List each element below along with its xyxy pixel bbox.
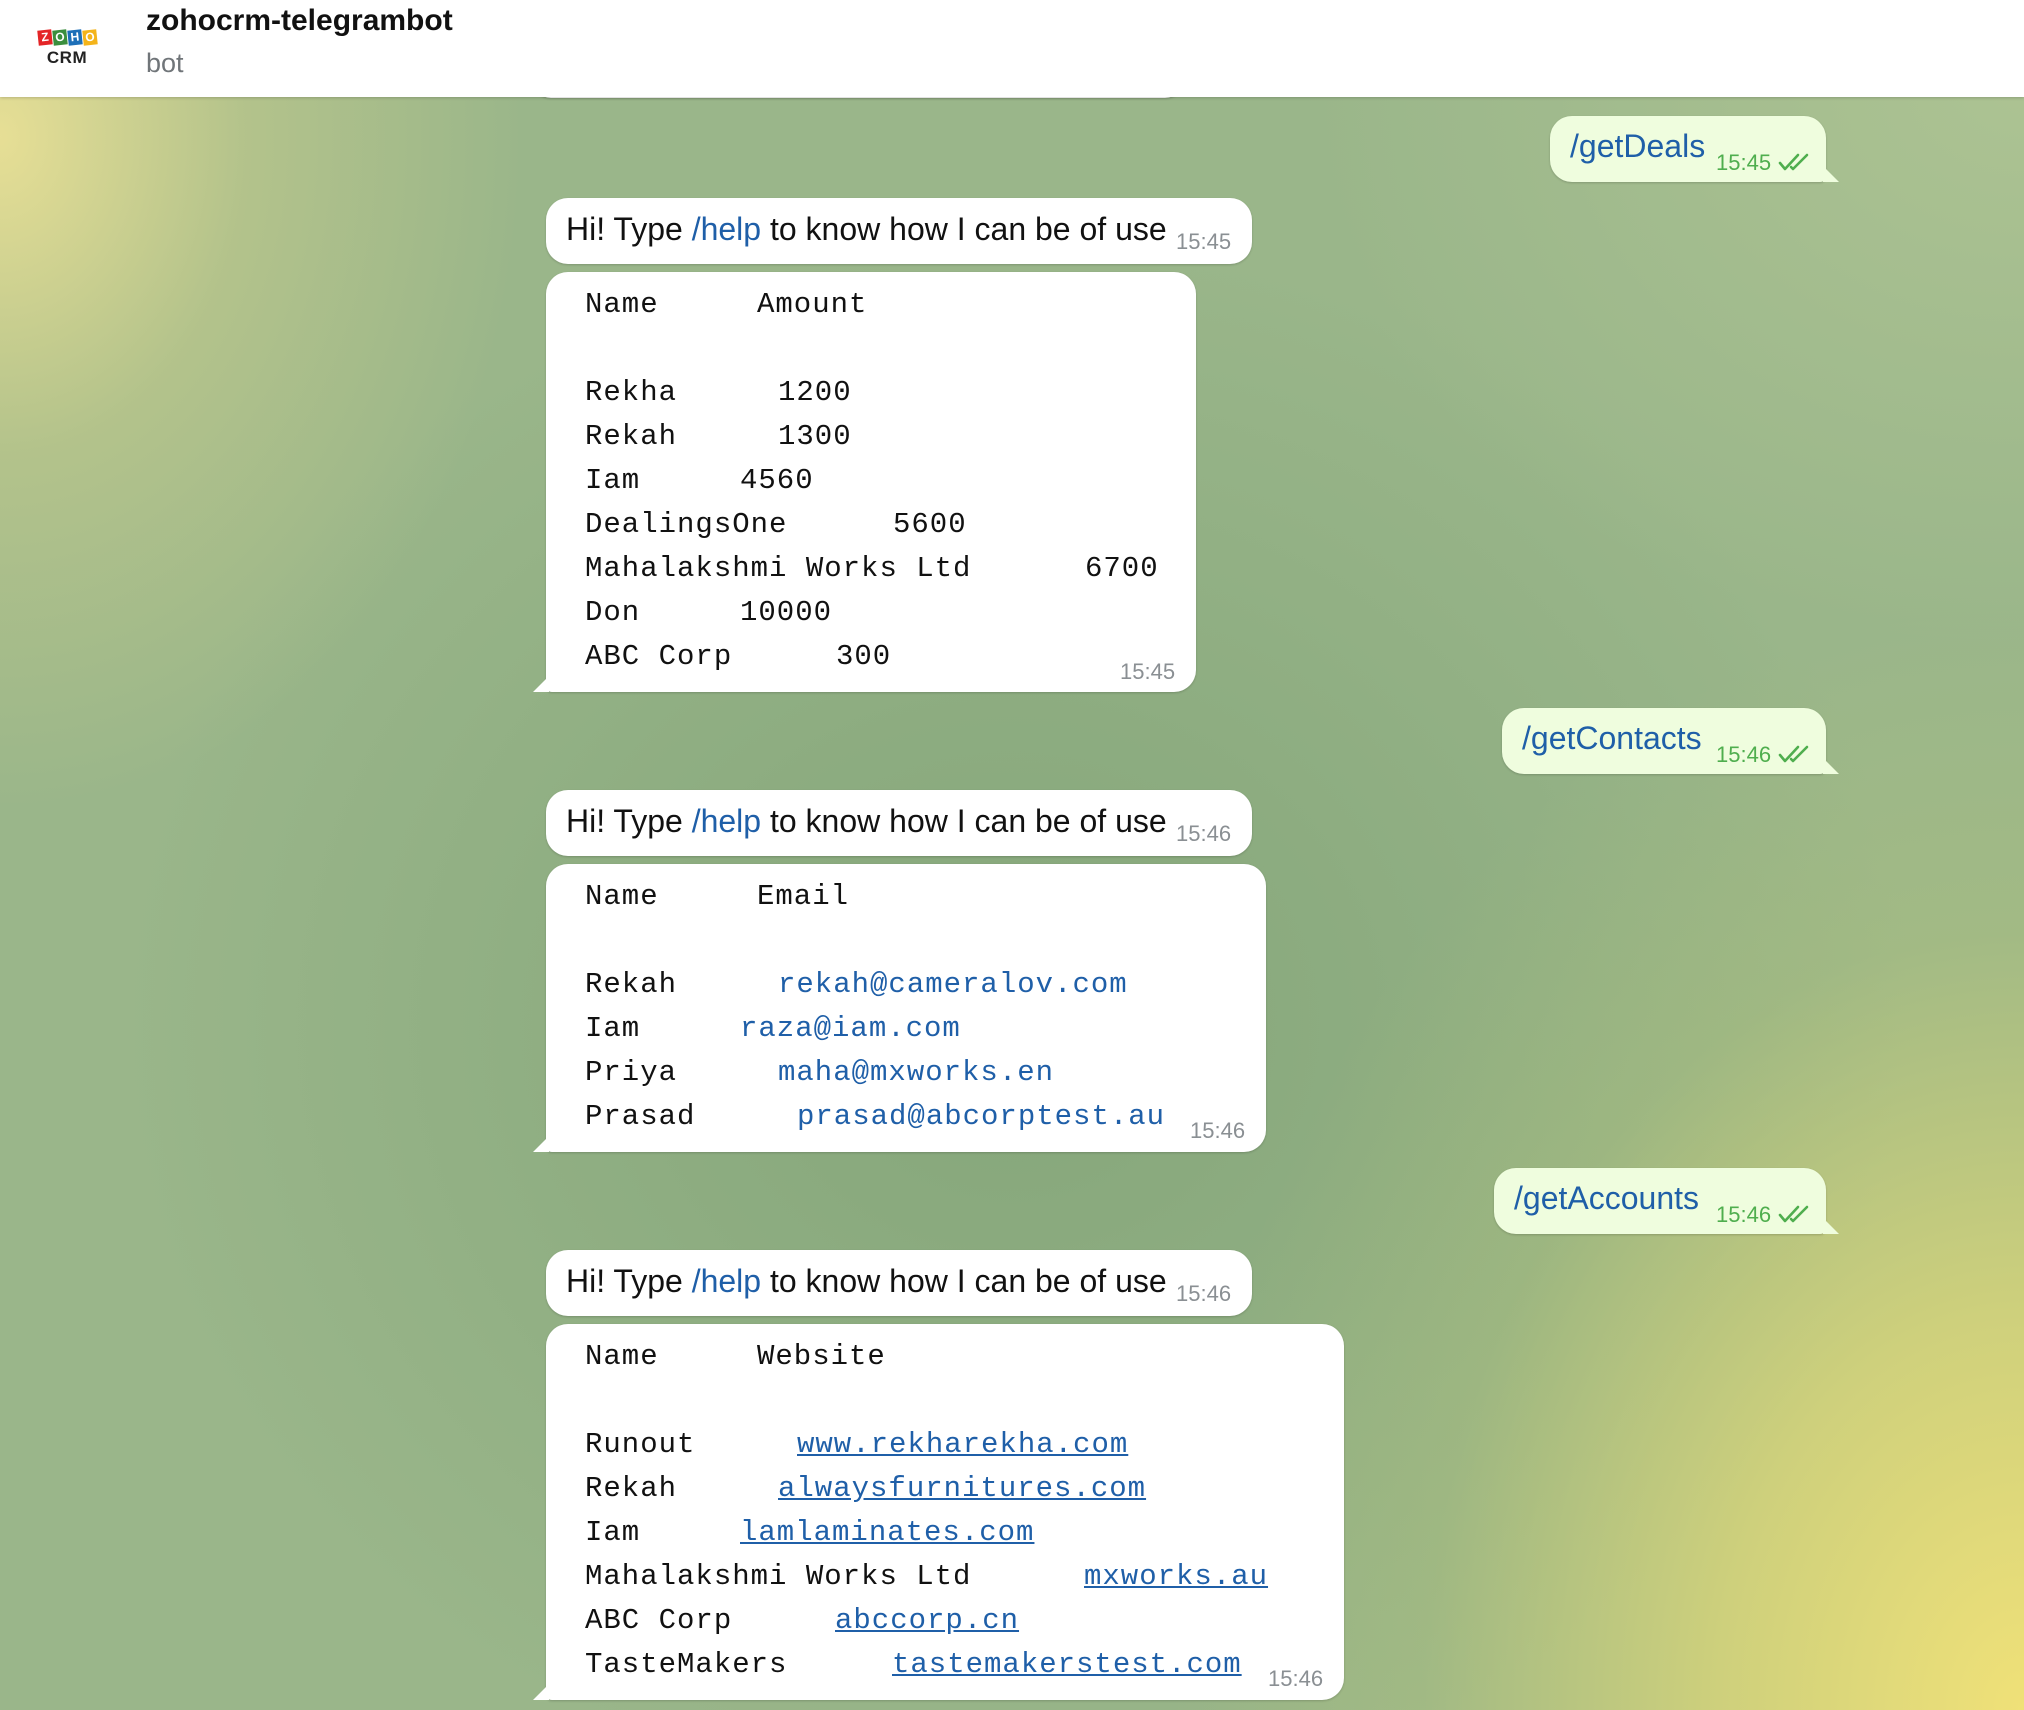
column-header-name: Name (585, 880, 659, 913)
contact-email-link[interactable]: prasad@abcorptest.au (797, 1100, 1165, 1133)
column-header-name: Name (585, 288, 659, 321)
message-time: 15:45 (1716, 150, 1772, 175)
greeting-suffix: to know how I can be of use (761, 1263, 1167, 1299)
message-time: 15:46 (1176, 821, 1232, 846)
account-name: Rekah (585, 1472, 678, 1505)
deal-amount: 10000 (740, 596, 833, 629)
message-time: 15:46 (1716, 1202, 1772, 1227)
account-name: Iam (585, 1516, 641, 1549)
deal-name: Rekah (585, 420, 678, 453)
double-check-icon (1778, 745, 1809, 763)
account-name: ABC Corp (585, 1604, 733, 1637)
logo-tile: O (51, 29, 68, 46)
contact-name: Iam (585, 1012, 641, 1045)
greeting-text: Hi! Type /help to know how I can be of u… (566, 803, 1167, 840)
greeting-prefix: Hi! Type (566, 803, 692, 839)
double-check-icon (1778, 153, 1809, 171)
incoming-message: Hi! Type /help to know how I can be of u… (546, 198, 1252, 264)
incoming-message: Hi! Type /help to know how I can be of u… (546, 1250, 1252, 1316)
contact-name: Priya (585, 1056, 678, 1089)
message-time: 15:46 (1190, 1118, 1246, 1143)
contact-name: Rekah (585, 968, 678, 1001)
deal-amount: 300 (836, 640, 892, 673)
account-website-link[interactable]: abccorp.cn (835, 1604, 1019, 1637)
deal-amount: 4560 (740, 464, 814, 497)
outgoing-message[interactable]: /getDeals 15:45 (1550, 116, 1826, 182)
account-website-link[interactable]: mxworks.au (1084, 1560, 1268, 1593)
greeting-suffix: to know how I can be of use (761, 211, 1167, 247)
greeting-text: Hi! Type /help to know how I can be of u… (566, 211, 1167, 248)
deals-message: Name Amount Rekha 1200 Rekah 1300 Iam 45… (546, 272, 1196, 692)
outgoing-message[interactable]: /getAccounts 15:46 (1494, 1168, 1826, 1234)
logo-label: CRM (46, 48, 88, 67)
deal-amount: 1300 (778, 420, 852, 453)
double-check-icon (1778, 1205, 1809, 1223)
message-time: 15:46 (1176, 1281, 1232, 1306)
chat-subtitle: bot (146, 48, 184, 78)
deal-amount: 5600 (893, 508, 967, 541)
deal-name: DealingsOne (585, 508, 788, 541)
account-name: TasteMakers (585, 1648, 788, 1681)
account-website-link[interactable]: www.rekharekha.com (797, 1428, 1128, 1461)
message-time: 15:45 (1120, 659, 1176, 684)
column-header-name: Name (585, 1340, 659, 1373)
account-website-link[interactable]: tastemakerstest.com (892, 1648, 1242, 1681)
greeting-suffix: to know how I can be of use (761, 803, 1167, 839)
deal-name: Don (585, 596, 641, 629)
account-name: Mahalakshmi Works Ltd (585, 1560, 972, 1593)
contact-name: Prasad (585, 1100, 696, 1133)
incoming-message: Hi! Type /help to know how I can be of u… (546, 790, 1252, 856)
avatar[interactable]: Z O H O CRM (26, 8, 108, 90)
deal-name: ABC Corp (585, 640, 733, 673)
column-header-website: Website (757, 1340, 886, 1373)
greeting-prefix: Hi! Type (566, 211, 692, 247)
message-time: 15:45 (1176, 229, 1232, 254)
help-command-link[interactable]: /help (692, 1263, 761, 1299)
chat-header: Z O H O CRM zohocrm-telegrambot bot (0, 0, 2024, 97)
message-time: 15:46 (1268, 1666, 1324, 1691)
column-header-email: Email (757, 880, 850, 913)
contacts-message: Name Email Rekah rekah@cameralov.com Iam… (546, 864, 1266, 1152)
command-link[interactable]: /getContacts (1522, 720, 1702, 757)
zoho-logo-icon: Z O H O (36, 29, 98, 46)
help-command-link[interactable]: /help (692, 803, 761, 839)
greeting-text: Hi! Type /help to know how I can be of u… (566, 1263, 1167, 1300)
deal-name: Mahalakshmi Works Ltd (585, 552, 972, 585)
outgoing-message[interactable]: /getContacts 15:46 (1502, 708, 1826, 774)
account-name: Runout (585, 1428, 696, 1461)
logo-tile: Z (36, 29, 53, 46)
contact-email-link[interactable]: maha@mxworks.en (778, 1056, 1054, 1089)
column-header-amount: Amount (757, 288, 868, 321)
deal-amount: 6700 (1085, 552, 1159, 585)
command-link[interactable]: /getDeals (1570, 128, 1705, 165)
deal-name: Iam (585, 464, 641, 497)
account-website-link[interactable]: alwaysfurnitures.com (778, 1472, 1146, 1505)
contact-email-link[interactable]: rekah@cameralov.com (778, 968, 1128, 1001)
chat-title[interactable]: zohocrm-telegrambot (146, 4, 453, 38)
logo-tile: H (66, 29, 83, 46)
deal-amount: 1200 (778, 376, 852, 409)
help-command-link[interactable]: /help (692, 211, 761, 247)
message-time: 15:46 (1716, 742, 1772, 767)
logo-tile: O (81, 29, 98, 46)
deal-name: Rekha (585, 376, 678, 409)
command-link[interactable]: /getAccounts (1514, 1180, 1699, 1217)
greeting-prefix: Hi! Type (566, 1263, 692, 1299)
accounts-message: Name Website Runout www.rekharekha.com R… (546, 1324, 1344, 1700)
account-website-link[interactable]: lamlaminates.com (740, 1516, 1034, 1549)
contact-email-link[interactable]: raza@iam.com (740, 1012, 961, 1045)
